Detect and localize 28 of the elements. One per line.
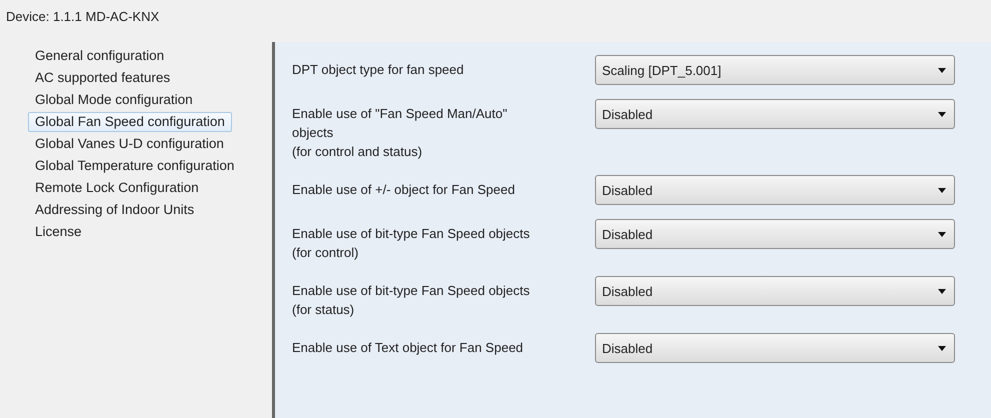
device-title: Device: 1.1.1 MD-AC-KNX <box>6 9 160 24</box>
caret-icon <box>938 232 946 236</box>
parameter-label: DPT object type for fan speed <box>292 61 464 79</box>
dropdown[interactable]: Disabled <box>595 276 955 306</box>
parameter-label: Enable use of "Fan Speed Man/Auto" objects (for control and status) <box>292 105 508 161</box>
dropdown[interactable]: Scaling [DPT_5.001] <box>595 55 955 85</box>
dropdown[interactable]: Disabled <box>595 333 955 363</box>
parameter-label: Enable use of bit-type Fan Speed objects (for control) <box>292 225 530 262</box>
caret-icon <box>938 112 946 116</box>
sidebar-item[interactable]: Global Temperature configuration <box>28 156 242 176</box>
parameter-label: Enable use of bit-type Fan Speed objects (for status) <box>292 282 530 319</box>
caret-icon <box>938 188 946 192</box>
dropdown[interactable]: Disabled <box>595 175 955 205</box>
sidebar-item[interactable]: AC supported features <box>28 68 178 88</box>
sidebar-item[interactable]: General configuration <box>28 46 172 66</box>
caret-icon <box>938 346 946 350</box>
sidebar-item[interactable]: License <box>28 222 89 242</box>
caret-icon <box>938 68 946 72</box>
sidebar-item[interactable]: Global Fan Speed configuration <box>28 112 232 132</box>
sidebar-item[interactable]: Addressing of Indoor Units <box>28 200 202 220</box>
caret-icon <box>938 288 946 294</box>
sidebar-item[interactable]: Global Vanes U-D configuration <box>28 134 231 154</box>
dropdown[interactable]: Disabled <box>595 99 955 129</box>
parameter-label: Enable use of Text object for Fan Speed <box>292 339 524 357</box>
dropdown[interactable]: Disabled <box>595 219 955 249</box>
sidebar-item[interactable]: Global Mode configuration <box>28 90 200 110</box>
parameter-label: Enable use of +/- object for Fan Speed <box>292 181 515 199</box>
sidebar-item[interactable]: Remote Lock Configuration <box>28 178 206 198</box>
